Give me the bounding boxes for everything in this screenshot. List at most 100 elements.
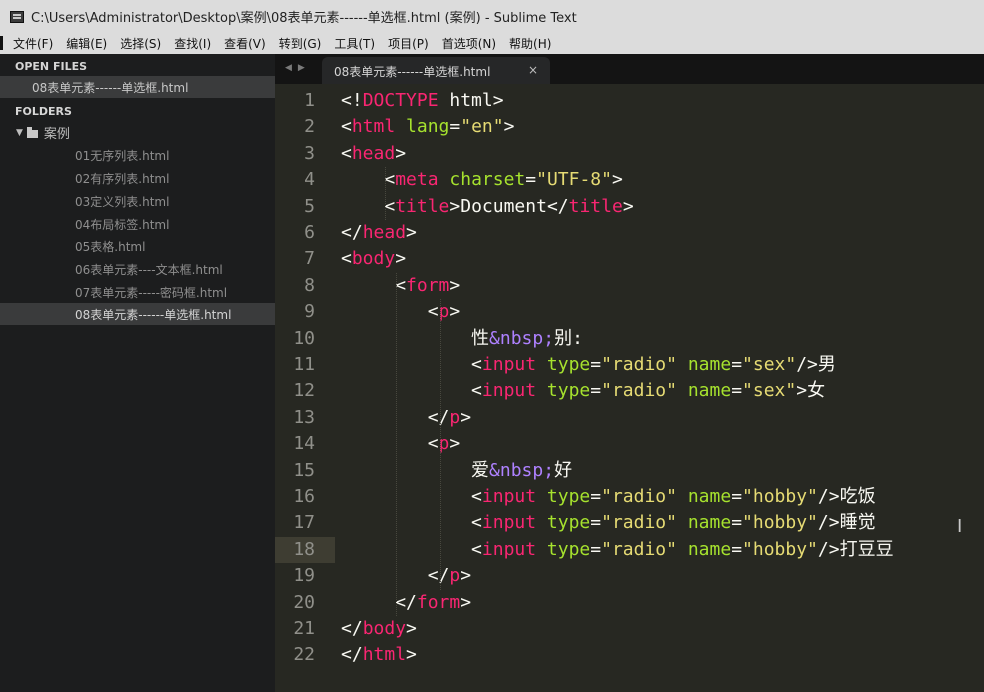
sidebar-file-item[interactable]: 01无序列表.html — [0, 144, 275, 166]
code-line[interactable]: 10 性&nbsp;别: — [275, 326, 984, 352]
open-file-label: 08表单元素------单选框.html — [32, 81, 189, 95]
code-text: </html> — [341, 644, 417, 666]
sidebar-file-item[interactable]: 06表单元素----文本框.html — [0, 258, 275, 280]
sidebar-file-item[interactable]: 02有序列表.html — [0, 167, 275, 189]
menu-view[interactable]: 查看(V) — [224, 35, 266, 52]
sidebar: OPEN FILES 08表单元素------单选框.html FOLDERS … — [0, 54, 275, 692]
folder-label: 案例 — [43, 127, 70, 142]
code-text: <input type="radio" name="hobby"/>吃饭 — [471, 486, 876, 507]
code-editor[interactable]: 1 <!DOCTYPE html> 2 <html lang="en"> 3 <head>… — [275, 84, 984, 692]
code-text: <html lang="en"> — [341, 116, 515, 138]
indent-guide — [396, 272, 397, 616]
code-line[interactable]: 22 </html> — [275, 642, 984, 668]
code-line[interactable]: 20 </form> — [275, 590, 984, 616]
menu-help[interactable]: 帮助(H) — [509, 35, 551, 52]
code-line[interactable]: 8 <form> — [275, 273, 984, 299]
tab-label: 08表单元素------单选框.html — [334, 65, 491, 79]
line-number: 12 — [293, 380, 315, 402]
line-number: 1 — [304, 90, 315, 111]
code-line[interactable]: 6 </head> — [275, 220, 984, 246]
code-text: </body> — [341, 618, 417, 639]
line-number: 5 — [304, 195, 315, 217]
code-line[interactable]: 17 <input type="radio" name="hobby"/>睡觉 — [275, 510, 984, 536]
close-icon[interactable]: × — [528, 63, 538, 77]
code-text: 爱&nbsp;好 — [341, 459, 573, 481]
sidebar-file-item[interactable]: 05表格.html — [0, 235, 275, 257]
code-text: </form> — [395, 591, 472, 613]
code-line[interactable]: 13 </p> — [275, 405, 984, 431]
file-label: 08表单元素------单选框.html — [75, 308, 232, 322]
line-number: 2 — [304, 116, 315, 138]
title-bar: C:\Users\Administrator\Desktop\案例\08表单元素… — [0, 0, 984, 33]
code-line[interactable]: 2 <html lang="en"> — [275, 114, 984, 140]
code-line[interactable]: 18 <input type="radio" name="hobby"/>打豆豆 — [275, 537, 984, 563]
code-line[interactable]: 7 <body> — [275, 246, 984, 272]
code-text: <p> — [427, 433, 461, 455]
code-line[interactable]: 3 <head> — [275, 141, 984, 167]
code-text: <!DOCTYPE html> — [341, 90, 504, 111]
code-text: <input type="radio" name="sex">女 — [471, 380, 826, 402]
triangle-down-icon[interactable]: ▼ — [16, 128, 23, 138]
menu-goto[interactable]: 转到(G) — [279, 35, 322, 52]
menu-preferences[interactable]: 首选项(N) — [442, 35, 496, 52]
menu-find[interactable]: 查找(I) — [174, 35, 211, 52]
menu-selection[interactable]: 选择(S) — [120, 35, 161, 52]
sidebar-file-item[interactable]: 03定义列表.html — [0, 190, 275, 212]
code-text: </p> — [427, 406, 472, 428]
menu-edge-mark — [0, 36, 3, 50]
menu-bar: 文件(F) 编辑(E) 选择(S) 查找(I) 查看(V) 转到(G) 工具(T… — [0, 33, 984, 54]
code-line[interactable]: 4 <meta charset="UTF-8"> — [275, 167, 984, 193]
code-line[interactable]: 21 </body> — [275, 616, 984, 642]
indent-guide — [440, 299, 441, 590]
sublime-window: C:\Users\Administrator\Desktop\案例\08表单元素… — [0, 0, 984, 692]
file-label: 05表格.html — [75, 240, 146, 254]
code-line[interactable]: 11 <input type="radio" name="sex"/>男 — [275, 352, 984, 378]
code-line[interactable]: 19 </p> — [275, 563, 984, 589]
code-line[interactable]: 5 <title>Document</title> — [275, 194, 984, 220]
sidebar-file-item[interactable]: 07表单元素-----密码框.html — [0, 281, 275, 303]
menu-edit[interactable]: 编辑(E) — [66, 35, 107, 52]
sidebar-file-item-active[interactable]: 08表单元素------单选框.html — [0, 303, 275, 325]
file-label: 07表单元素-----密码框.html — [75, 286, 228, 300]
sublime-window-icon — [10, 10, 24, 23]
code-line[interactable]: 14 <p> — [275, 431, 984, 457]
file-label: 02有序列表.html — [75, 172, 170, 186]
tab-strip: ◀▶ 08表单元素------单选框.html × — [275, 54, 984, 84]
code-text: <p> — [427, 301, 461, 323]
line-number: 7 — [304, 248, 315, 270]
sidebar-file-item[interactable]: 04布局标签.html — [0, 213, 275, 235]
open-files-header: OPEN FILES — [15, 60, 88, 73]
code-text: </p> — [427, 565, 472, 587]
line-number: 10 — [293, 327, 315, 349]
line-number: 14 — [293, 433, 315, 455]
menu-project[interactable]: 项目(P) — [388, 35, 429, 52]
menu-file[interactable]: 文件(F) — [13, 35, 53, 52]
line-number: 4 — [304, 169, 315, 191]
code-text: 性&nbsp;别: — [341, 327, 583, 349]
code-line[interactable]: 1 <!DOCTYPE html> — [275, 88, 984, 114]
code-line[interactable]: 12 <input type="radio" name="sex">女 — [275, 378, 984, 404]
code-text: <form> — [395, 274, 461, 296]
code-line[interactable]: 9 <p> — [275, 299, 984, 325]
line-number: 19 — [293, 565, 315, 587]
code-text: <input type="radio" name="sex"/>男 — [471, 354, 836, 375]
file-label: 04布局标签.html — [75, 218, 170, 232]
file-label: 01无序列表.html — [75, 149, 170, 163]
file-label: 06表单元素----文本框.html — [75, 263, 223, 277]
open-file-item[interactable]: 08表单元素------单选框.html — [0, 76, 275, 98]
code-line[interactable]: 15 爱&nbsp;好 — [275, 458, 984, 484]
line-number: 3 — [304, 142, 315, 164]
tab-active[interactable]: 08表单元素------单选框.html × — [322, 57, 550, 84]
folder-icon — [26, 126, 38, 138]
window-title: C:\Users\Administrator\Desktop\案例\08表单元素… — [31, 11, 577, 26]
menu-tools[interactable]: 工具(T) — [334, 35, 375, 52]
tab-nav-arrows-icon[interactable]: ◀▶ — [285, 63, 311, 73]
line-number: 13 — [293, 406, 315, 428]
line-number: 11 — [293, 354, 315, 375]
code-text: <meta charset="UTF-8"> — [384, 169, 623, 191]
code-line[interactable]: 16 <input type="radio" name="hobby"/>吃饭 — [275, 484, 984, 510]
text-cursor-icon: I — [957, 516, 963, 537]
line-number: 22 — [293, 644, 315, 666]
folder-item[interactable]: ▼ 案例 — [16, 123, 70, 142]
code-text: <body> — [341, 248, 407, 270]
